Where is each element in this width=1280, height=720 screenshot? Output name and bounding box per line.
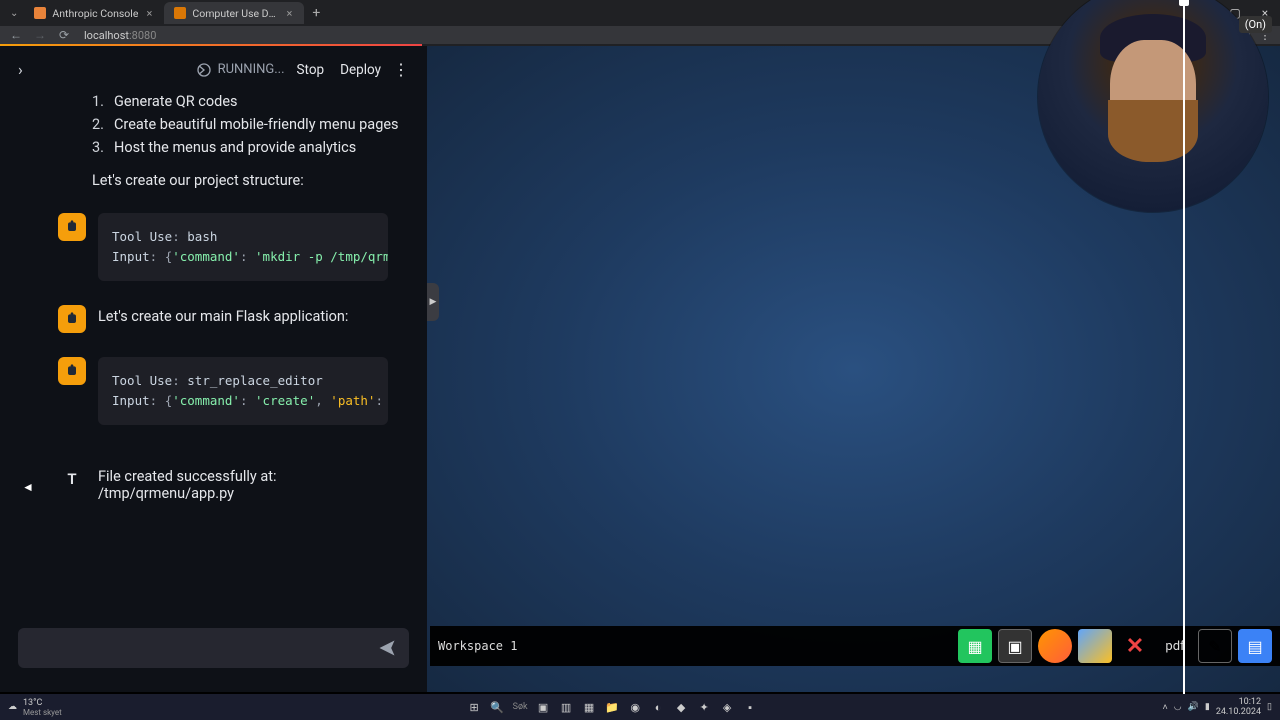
workspace-label: Workspace 1	[438, 639, 517, 653]
calculator-app-icon[interactable]: ▤	[1238, 629, 1272, 663]
close-icon[interactable]: ×	[144, 8, 154, 18]
tab-title: Anthropic Console	[52, 7, 138, 20]
assistant-message: Tool Use: bash Input: {'command': 'mkdir…	[58, 213, 409, 281]
assistant-avatar	[58, 305, 86, 333]
firefox-app-icon[interactable]	[1038, 629, 1072, 663]
url-port: :8080	[129, 29, 156, 42]
taskbar-center: ⊞ 🔍 Søk ▣ ▥ ▦ 📁 ◉ ◐ ◆ ✦ ◈ ▪	[464, 697, 760, 717]
pinned-app-icon[interactable]: ▦	[579, 697, 599, 717]
windows-taskbar: ☁ 13°C Mest skyet ⊞ 🔍 Søk ▣ ▥ ▦ 📁 ◉ ◐ ◆ …	[0, 694, 1280, 720]
send-icon	[377, 638, 397, 658]
url-host: localhost	[84, 29, 129, 42]
chrome-icon[interactable]: ◉	[625, 697, 645, 717]
pdf-app-icon[interactable]: pdf	[1158, 629, 1192, 663]
reload-button[interactable]: ⟳	[56, 27, 72, 43]
pinned-app-icon[interactable]: ▪	[740, 697, 760, 717]
tab-title: Computer Use Demo	[192, 7, 278, 20]
send-button[interactable]	[373, 634, 401, 662]
desktop-dock: Workspace 1 ▦ ▣ ✕ pdf ✎ ▤	[430, 626, 1280, 666]
expand-sidebar-button[interactable]: ›	[18, 60, 23, 79]
running-icon	[196, 62, 212, 78]
assistant-message: Let's create our main Flask application:	[58, 305, 409, 333]
sidebar-header: › RUNNING... Stop Deploy ⋮	[0, 46, 427, 87]
tool-use-block: Tool Use: bash Input: {'command': 'mkdir…	[98, 213, 388, 281]
deploy-button[interactable]: Deploy	[336, 62, 385, 78]
status-text: RUNNING...	[218, 62, 285, 77]
url-field[interactable]: localhost:8080	[84, 29, 1182, 42]
clock-time[interactable]: 10:12	[1216, 697, 1261, 707]
panel-splitter[interactable]: ▶	[427, 283, 439, 321]
chevron-right-icon: ▶	[430, 297, 437, 307]
weather-temp: 13°C	[23, 698, 62, 708]
spreadsheet-app-icon[interactable]: ▦	[958, 629, 992, 663]
pinned-app-icon[interactable]: ✦	[694, 697, 714, 717]
new-tab-button[interactable]: +	[312, 5, 320, 21]
assistant-avatar	[58, 213, 86, 241]
volume-icon[interactable]: 🔊	[1188, 702, 1199, 712]
favicon-icon	[34, 7, 46, 19]
stop-button[interactable]: Stop	[293, 62, 329, 78]
terminal-app-icon[interactable]: ▣	[998, 629, 1032, 663]
cursor-icon: ◄	[22, 480, 34, 494]
start-button[interactable]: ⊞	[464, 697, 484, 717]
tool-use-block: Tool Use: str_replace_editor Input: {'co…	[98, 357, 388, 425]
tray-chevron-icon[interactable]: ˄	[1163, 702, 1168, 713]
assistant-text: Let's create our main Flask application:	[98, 305, 348, 333]
list-item: 1.Generate QR codes	[18, 93, 409, 110]
clock-date[interactable]: 24.10.2024	[1216, 707, 1261, 717]
tool-avatar: T	[58, 465, 86, 493]
battery-icon[interactable]: ▮	[1205, 702, 1210, 712]
pinned-app-icon[interactable]: ▥	[556, 697, 576, 717]
sidebar-menu-icon[interactable]: ⋮	[393, 60, 409, 79]
pinned-app-icon[interactable]: ◆	[671, 697, 691, 717]
task-view-icon[interactable]: ▣	[533, 697, 553, 717]
tab-computer-use-demo[interactable]: Computer Use Demo ×	[164, 2, 304, 24]
chat-sidebar: › RUNNING... Stop Deploy ⋮ 1.Generate QR…	[0, 46, 427, 692]
taskbar-weather[interactable]: ☁ 13°C Mest skyet	[8, 698, 62, 717]
taskbar-tray: ˄ ◡ 🔊 ▮ 10:12 24.10.2024 ▯	[1163, 697, 1272, 717]
forward-button[interactable]: →	[32, 27, 48, 43]
on-badge: (On)	[1239, 16, 1272, 33]
tabs-dropdown-icon[interactable]: ⌄	[10, 8, 18, 19]
list-item: 3.Host the menus and provide analytics	[18, 139, 409, 156]
video-crop-divider[interactable]	[1183, 0, 1185, 720]
notifications-icon[interactable]: ▯	[1267, 702, 1272, 712]
pinned-app-icon[interactable]: ◈	[717, 697, 737, 717]
assistant-avatar	[58, 357, 86, 385]
weather-icon: ☁	[8, 702, 17, 712]
edge-icon[interactable]: ◐	[648, 697, 668, 717]
status-indicator: RUNNING...	[196, 62, 285, 78]
close-icon[interactable]: ×	[284, 8, 294, 18]
back-button[interactable]: ←	[8, 27, 24, 43]
chat-input[interactable]	[18, 628, 409, 668]
chat-input-area	[0, 616, 427, 692]
tab-anthropic-console[interactable]: Anthropic Console ×	[24, 2, 164, 24]
assistant-text: Let's create our project structure:	[18, 172, 409, 189]
favicon-icon	[174, 7, 186, 19]
editor-app-icon[interactable]: ✎	[1198, 629, 1232, 663]
tool-result-message: T File created successfully at: /tmp/qrm…	[58, 465, 409, 502]
result-text: File created successfully at: /tmp/qrmen…	[98, 465, 409, 502]
wifi-icon[interactable]: ◡	[1174, 702, 1182, 712]
weather-desc: Mest skyet	[23, 708, 62, 717]
ordered-list: 1.Generate QR codes 2.Create beautiful m…	[18, 93, 409, 156]
search-placeholder[interactable]: Søk	[510, 697, 530, 717]
list-item: 2.Create beautiful mobile-friendly menu …	[18, 116, 409, 133]
image-viewer-icon[interactable]	[1078, 629, 1112, 663]
search-button[interactable]: 🔍	[487, 697, 507, 717]
chat-messages: 1.Generate QR codes 2.Create beautiful m…	[0, 87, 427, 616]
close-app-icon[interactable]: ✕	[1118, 629, 1152, 663]
explorer-icon[interactable]: 📁	[602, 697, 622, 717]
assistant-message: Tool Use: str_replace_editor Input: {'co…	[58, 357, 409, 425]
